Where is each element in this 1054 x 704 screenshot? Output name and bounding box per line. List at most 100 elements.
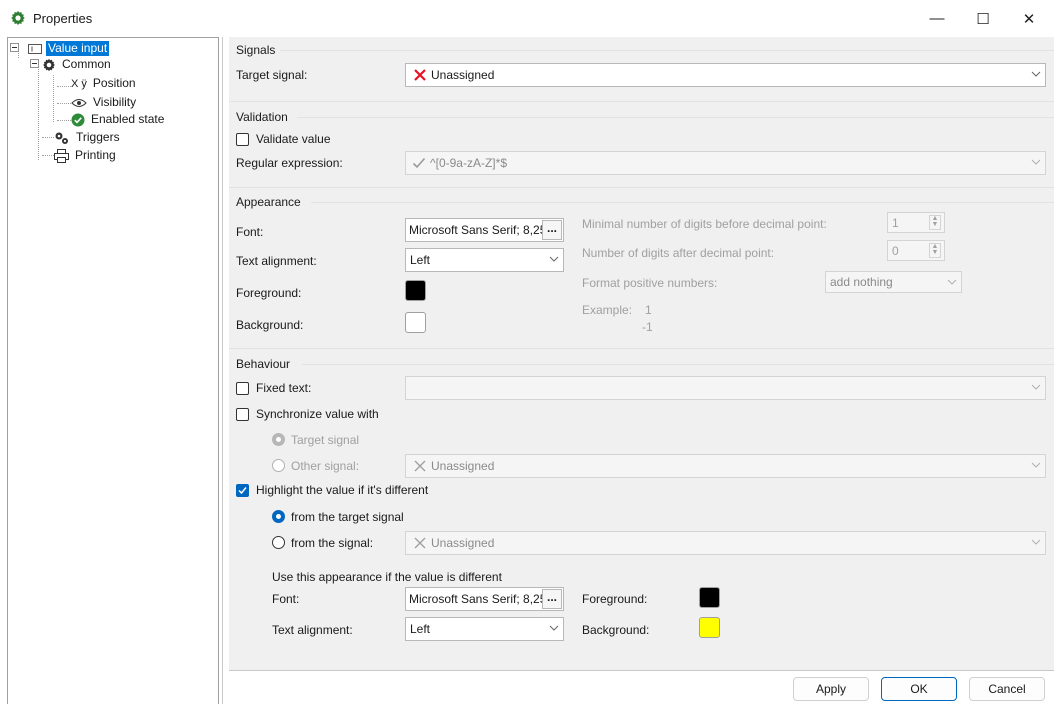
- diff-background-label: Background:: [582, 623, 650, 637]
- spin-updown-icon[interactable]: ▲ ▼: [929, 215, 941, 230]
- other-signal-value: Unassigned: [431, 459, 495, 473]
- highlight-label[interactable]: Highlight the value if it's different: [256, 483, 428, 497]
- sync-target-signal-label[interactable]: Target signal: [291, 433, 359, 447]
- tree-item-label: Position: [92, 76, 136, 90]
- min-digits-label: Minimal number of digits before decimal …: [582, 217, 827, 231]
- chevron-down-icon: [947, 279, 957, 285]
- collapse-common-icon[interactable]: [30, 59, 39, 68]
- tree-item-triggers[interactable]: Triggers: [54, 129, 122, 146]
- after-digits-spinner[interactable]: 0 ▲ ▼: [887, 240, 945, 261]
- diff-text-alignment-dropdown[interactable]: Left: [405, 617, 564, 641]
- tree-item-visibility[interactable]: Visibility: [71, 94, 138, 111]
- diff-background-color-swatch[interactable]: [699, 617, 720, 638]
- tree-item-value-input[interactable]: Value input: [28, 40, 110, 57]
- xy-position-icon: X ÿ: [71, 77, 87, 90]
- regex-value: ^[0-9a-zA-Z]*$: [430, 156, 507, 170]
- from-target-signal-label[interactable]: from the target signal: [291, 510, 404, 524]
- example-negative: -1: [642, 320, 653, 334]
- tree-item-label: Common: [62, 57, 111, 71]
- format-positive-dropdown[interactable]: add nothing: [825, 271, 962, 293]
- textbox-icon: [28, 43, 42, 54]
- appearance-group-title: Appearance: [236, 195, 301, 209]
- printer-icon: [54, 148, 69, 163]
- diff-font-browse-button[interactable]: ...: [542, 589, 562, 609]
- diff-font-label: Font:: [272, 592, 300, 606]
- regex-label: Regular expression:: [236, 156, 343, 170]
- ok-button[interactable]: OK: [881, 677, 957, 701]
- highlight-checkbox[interactable]: [236, 484, 249, 497]
- error-x-icon: [414, 69, 426, 81]
- checkmark-icon: [412, 157, 426, 169]
- diff-foreground-color-swatch[interactable]: [699, 587, 720, 608]
- gear-icon: [43, 58, 55, 71]
- fixed-text-dropdown[interactable]: [405, 376, 1046, 400]
- minimize-button[interactable]: —: [914, 0, 960, 37]
- x-icon: [414, 460, 426, 472]
- font-field[interactable]: Microsoft Sans Serif; 8,25 ...: [405, 218, 564, 242]
- tree-item-enabled-state[interactable]: Enabled state: [71, 111, 166, 128]
- tree-item-common[interactable]: Common: [42, 56, 113, 73]
- fixed-text-checkbox[interactable]: [236, 382, 249, 395]
- tree-item-label: Enabled state: [91, 112, 165, 126]
- tree-item-label: Printing: [75, 148, 116, 162]
- synchronize-checkbox[interactable]: [236, 408, 249, 421]
- target-signal-dropdown[interactable]: Unassigned: [405, 63, 1046, 87]
- foreground-label: Foreground:: [236, 286, 302, 300]
- background-color-swatch[interactable]: [405, 312, 426, 333]
- window-title: Properties: [33, 11, 93, 26]
- signals-group-title: Signals: [236, 43, 276, 57]
- tree-item-printing[interactable]: Printing: [54, 147, 118, 164]
- behaviour-group-title: Behaviour: [236, 357, 291, 371]
- chevron-down-icon: [1031, 462, 1041, 468]
- chevron-down-icon: [1031, 71, 1041, 77]
- chevron-down-icon: [549, 625, 559, 631]
- format-positive-value: add nothing: [830, 275, 893, 289]
- chevron-down-icon: [549, 256, 559, 262]
- sync-target-signal-radio[interactable]: [272, 433, 285, 446]
- check-circle-icon: [71, 113, 85, 126]
- maximize-button[interactable]: ☐: [960, 0, 1006, 37]
- font-browse-button[interactable]: ...: [542, 220, 562, 240]
- font-value: Microsoft Sans Serif; 8,25: [409, 223, 547, 237]
- close-button[interactable]: ✕: [1006, 0, 1052, 37]
- synchronize-label[interactable]: Synchronize value with: [256, 407, 379, 421]
- collapse-root-icon[interactable]: [10, 43, 19, 52]
- example-positive: 1: [645, 303, 652, 317]
- font-label: Font:: [236, 225, 264, 239]
- from-target-signal-radio[interactable]: [272, 510, 285, 523]
- cancel-button[interactable]: Cancel: [969, 677, 1045, 701]
- sync-other-signal-label[interactable]: Other signal:: [291, 459, 359, 473]
- min-digits-value: 1: [892, 215, 899, 230]
- fixed-text-label[interactable]: Fixed text:: [256, 381, 311, 395]
- tree-item-position[interactable]: X ÿ Position: [71, 75, 138, 92]
- target-signal-value: Unassigned: [431, 68, 495, 82]
- sync-other-signal-radio[interactable]: [272, 459, 285, 472]
- regex-dropdown[interactable]: ^[0-9a-zA-Z]*$: [405, 151, 1046, 175]
- background-label: Background:: [236, 318, 304, 332]
- validation-group-title: Validation: [236, 110, 288, 124]
- min-digits-spinner[interactable]: 1 ▲ ▼: [887, 212, 945, 233]
- chevron-down-icon: [1031, 539, 1041, 545]
- property-tree[interactable]: Value input Common X ÿ Position Visibili…: [7, 37, 219, 704]
- validate-value-label[interactable]: Validate value: [256, 132, 331, 146]
- other-signal-dropdown[interactable]: Unassigned: [405, 454, 1046, 478]
- chevron-down-icon: [1031, 384, 1041, 390]
- text-alignment-dropdown[interactable]: Left: [405, 248, 564, 272]
- text-alignment-value: Left: [410, 253, 431, 267]
- validate-value-checkbox[interactable]: [236, 133, 249, 146]
- after-digits-label: Number of digits after decimal point:: [582, 246, 775, 260]
- chevron-down-icon: [1031, 159, 1041, 165]
- from-signal-dropdown[interactable]: Unassigned: [405, 531, 1046, 555]
- diff-text-alignment-value: Left: [410, 622, 431, 636]
- eye-icon: [71, 98, 87, 107]
- foreground-color-swatch[interactable]: [405, 280, 426, 301]
- from-signal-radio[interactable]: [272, 536, 285, 549]
- spin-updown-icon[interactable]: ▲ ▼: [929, 243, 941, 258]
- title-bar: Properties — ☐ ✕: [0, 0, 1054, 37]
- diff-font-field[interactable]: Microsoft Sans Serif; 8,25 ...: [405, 587, 564, 611]
- x-icon: [414, 537, 426, 549]
- diff-text-alignment-label: Text alignment:: [272, 623, 353, 637]
- example-label: Example:: [582, 303, 633, 317]
- apply-button[interactable]: Apply: [793, 677, 869, 701]
- from-signal-label[interactable]: from the signal:: [291, 536, 373, 550]
